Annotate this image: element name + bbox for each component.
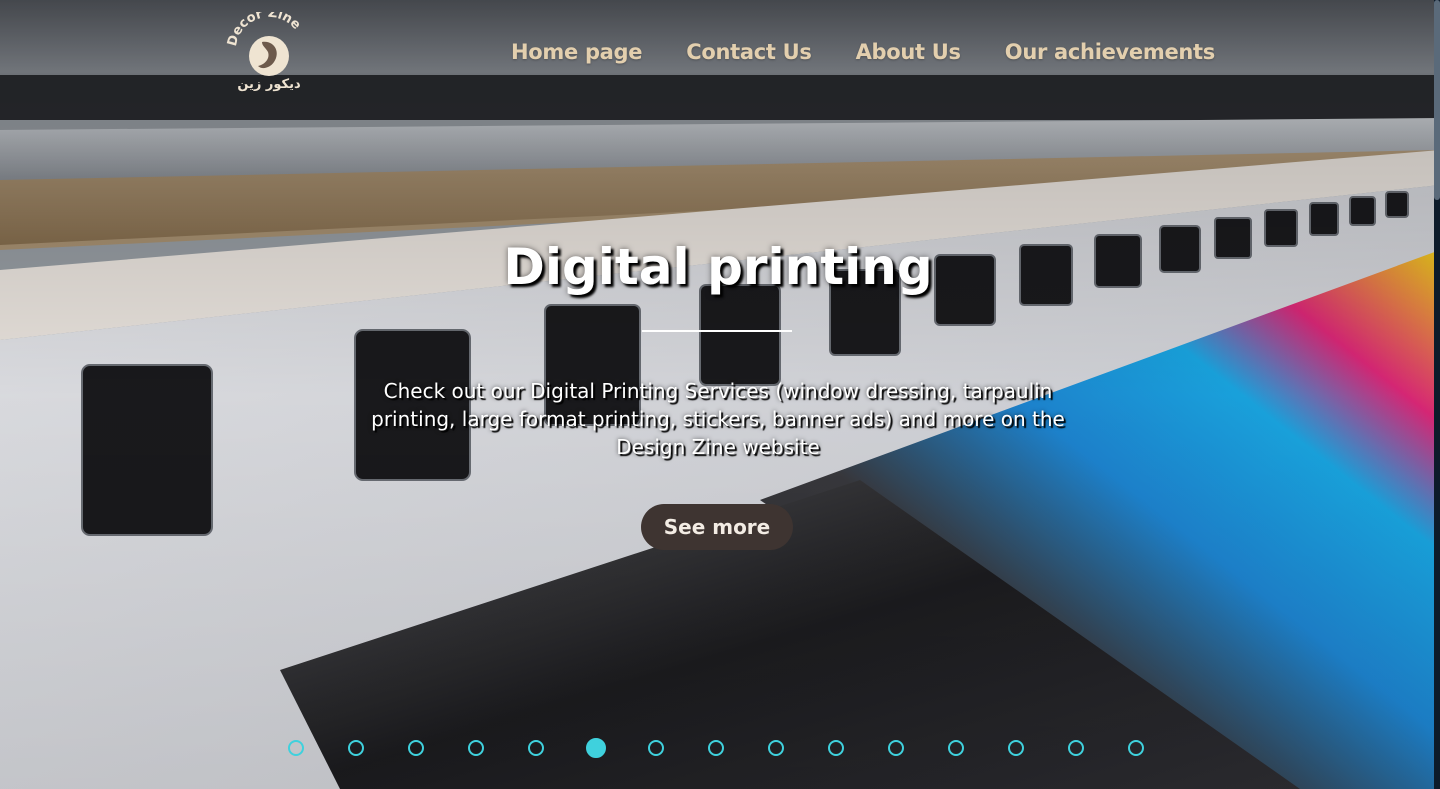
carousel-dot-8[interactable] bbox=[708, 740, 724, 756]
carousel-dot-3[interactable] bbox=[408, 740, 424, 756]
carousel-dot-11[interactable] bbox=[888, 740, 904, 756]
carousel-dot-4[interactable] bbox=[468, 740, 484, 756]
carousel-dot-7[interactable] bbox=[648, 740, 664, 756]
site-logo[interactable]: Decor Zine ديكور زين bbox=[225, 6, 312, 94]
title-divider bbox=[642, 330, 792, 332]
nav-about-us[interactable]: About Us bbox=[856, 40, 961, 64]
carousel-dot-2[interactable] bbox=[348, 740, 364, 756]
carousel-dot-1[interactable] bbox=[288, 740, 304, 756]
carousel-dot-9[interactable] bbox=[768, 740, 784, 756]
main-navigation: Home page Contact Us About Us Our achiev… bbox=[511, 40, 1215, 64]
see-more-button[interactable]: See more bbox=[641, 504, 793, 550]
hero-title: Digital printing bbox=[503, 238, 933, 296]
carousel-indicators bbox=[0, 738, 1440, 760]
carousel-dot-10[interactable] bbox=[828, 740, 844, 756]
nav-our-achievements[interactable]: Our achievements bbox=[1005, 40, 1216, 64]
carousel-dot-13[interactable] bbox=[1008, 740, 1024, 756]
logo-arabic-text: ديكور زين bbox=[237, 77, 301, 92]
carousel-dot-14[interactable] bbox=[1068, 740, 1084, 756]
hero-description: Check out our Digital Printing Services … bbox=[371, 379, 1065, 459]
logo-emblem-icon: Decor Zine ديكور زين bbox=[225, 6, 304, 92]
scrollbar-thumb[interactable] bbox=[1434, 0, 1440, 200]
carousel-dot-12[interactable] bbox=[948, 740, 964, 756]
carousel-dot-6[interactable] bbox=[586, 738, 606, 758]
carousel-dot-5[interactable] bbox=[528, 740, 544, 756]
nav-contact-us[interactable]: Contact Us bbox=[686, 40, 812, 64]
carousel-dot-15[interactable] bbox=[1128, 740, 1144, 756]
page-scrollbar[interactable] bbox=[1434, 0, 1440, 789]
nav-home-page[interactable]: Home page bbox=[511, 40, 643, 64]
